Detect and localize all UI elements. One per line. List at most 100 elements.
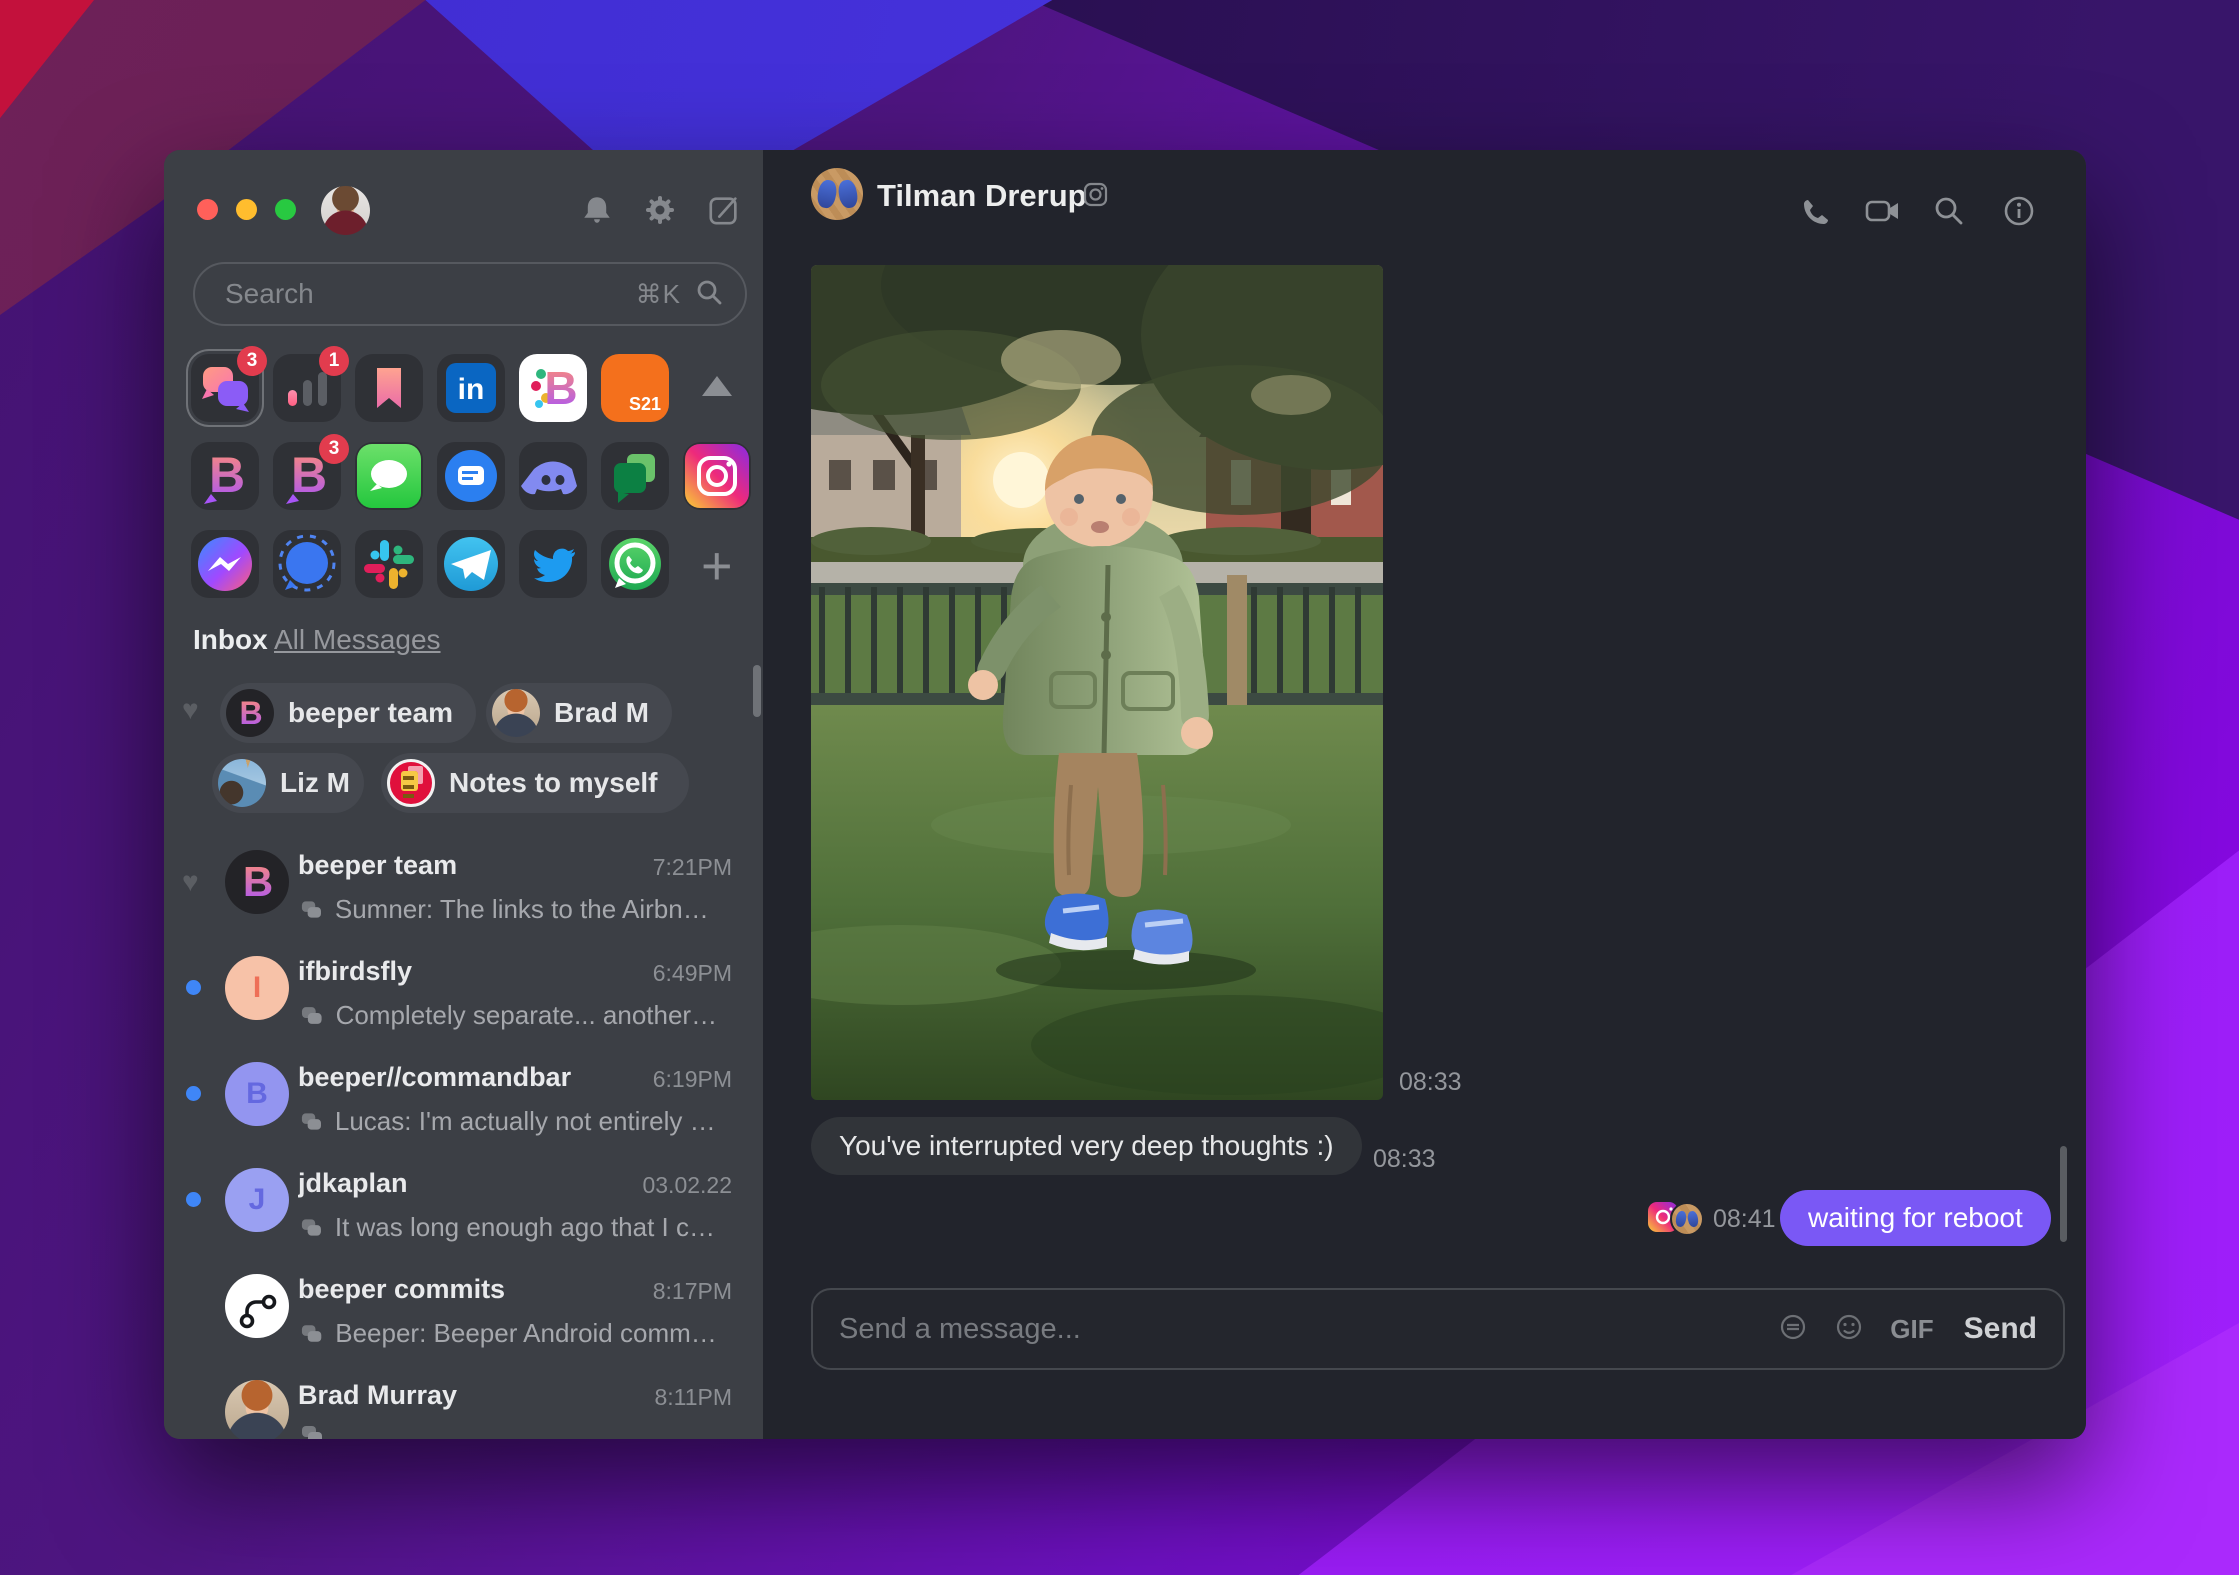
chat-name: jdkaplan — [298, 1168, 408, 1198]
beeper-network-icon — [301, 1006, 322, 1024]
user-avatar[interactable] — [321, 186, 370, 235]
chat-preview: Beeper: Beeper Android commit ... — [335, 1318, 720, 1348]
chat-avatar: J — [225, 1168, 289, 1232]
search-icon — [695, 278, 723, 311]
chat-time: 8:11PM — [654, 1384, 732, 1410]
call-icon[interactable] — [1798, 193, 1834, 234]
favorite-heart-icon: ♥ — [182, 694, 199, 725]
beeper-network-icon — [302, 1426, 322, 1439]
search-input[interactable] — [195, 277, 636, 311]
video-call-icon[interactable] — [1863, 193, 1903, 234]
settings-gear-icon[interactable] — [643, 193, 677, 232]
chat-avatar: I — [225, 956, 289, 1020]
chat-list-item-ifbirdsfly[interactable]: I ifbirdsfly 6:49PM Completely separate.… — [164, 954, 763, 1054]
chat-name: beeper commits — [298, 1274, 506, 1304]
incoming-message-bubble: You've interrupted very deep thoughts :) — [811, 1117, 1362, 1175]
chat-avatar — [225, 1380, 289, 1439]
network-tile-whatsapp[interactable] — [601, 530, 669, 598]
compose-icon[interactable] — [707, 193, 741, 232]
photo-message[interactable] — [811, 265, 1383, 1100]
network-tile-imessage[interactable] — [355, 442, 423, 510]
collapse-grid-icon[interactable] — [702, 376, 732, 396]
network-tile-google-messages[interactable] — [437, 442, 505, 510]
beeper-team-avatar: B — [226, 689, 274, 737]
messages-scrollbar[interactable] — [2060, 1146, 2067, 1242]
chat-avatar — [225, 1274, 289, 1338]
network-tile-signal[interactable] — [273, 530, 341, 598]
favorite-chip-notes[interactable]: Notes to myself — [381, 753, 689, 813]
network-tile-instagram[interactable] — [683, 442, 751, 510]
favorite-chip-beeper-team[interactable]: B beeper team — [220, 683, 476, 743]
unread-badge: 3 — [319, 434, 349, 464]
notes-avatar — [387, 759, 435, 807]
all-messages-link[interactable]: All Messages — [274, 624, 441, 656]
svg-text:B: B — [243, 858, 273, 905]
chat-name: beeper//commandbar — [298, 1062, 572, 1092]
chat-preview: Completely separate... another r... — [335, 1000, 720, 1030]
message-timestamp: 08:33 — [1373, 1145, 1436, 1173]
instagram-network-icon — [1083, 182, 1108, 212]
network-tile-slack[interactable] — [355, 530, 423, 598]
beeper-network-icon — [301, 1218, 321, 1236]
beeper-network-icon — [301, 1112, 321, 1130]
unread-badge: 3 — [237, 346, 267, 376]
inbox-label[interactable]: Inbox — [193, 624, 268, 656]
chat-list-item-commandbar[interactable]: B beeper//commandbar 6:19PM Lucas: I'm a… — [164, 1060, 763, 1160]
sidebar-scrollbar[interactable] — [753, 665, 761, 717]
svg-text:B: B — [239, 695, 262, 731]
chat-preview: It was long enough ago that I cou... — [334, 1212, 720, 1242]
svg-text:B: B — [209, 447, 245, 503]
beeper-network-icon — [301, 1324, 322, 1342]
unread-dot — [186, 980, 201, 995]
network-tile-beeper-alt[interactable]: B 3 — [273, 434, 349, 510]
network-tile-google-chat[interactable] — [601, 442, 669, 510]
minimize-button[interactable] — [236, 199, 257, 220]
unread-dot — [186, 1086, 201, 1101]
conversation-pane: Tilman Drerup 08:33 You've interrupted v… — [763, 150, 2086, 1439]
favorite-chip-brad-m[interactable]: Brad M — [486, 683, 672, 743]
favorite-chip-label: Notes to myself — [449, 767, 658, 798]
network-tile-linkedin[interactable]: in — [437, 354, 505, 422]
network-tile-beeper[interactable]: B — [191, 442, 259, 510]
favorite-chip-label: Liz M — [280, 767, 350, 798]
emoji-icon[interactable] — [1834, 1312, 1864, 1347]
network-tile-analytics[interactable]: 1 — [273, 346, 349, 422]
add-network-icon[interactable]: + — [701, 539, 733, 593]
message-timestamp: 08:41 — [1713, 1205, 1776, 1233]
chat-list-item-beeper-team[interactable]: ♥ B beeper team 7:21PM Sumner: The links… — [164, 848, 763, 948]
network-tile-s21[interactable]: S21 — [601, 354, 669, 422]
chat-list-item-brad-murray[interactable]: Brad Murray 8:11PM — [164, 1378, 763, 1439]
chat-time: 8:17PM — [652, 1278, 732, 1304]
network-tile-telegram[interactable] — [437, 530, 505, 598]
network-tile-twitter[interactable] — [519, 530, 587, 598]
sender-mini-avatar — [1670, 1202, 1704, 1236]
beeper-window: ⌘K 3 1 in B — [164, 150, 2086, 1439]
chat-preview: Lucas: I'm actually not entirely su... — [334, 1106, 720, 1136]
chat-list-item-jdkaplan[interactable]: J jdkaplan 03.02.22 It was long enough a… — [164, 1166, 763, 1266]
liz-avatar — [218, 759, 266, 807]
favorite-chip-liz-m[interactable]: Liz M — [212, 753, 364, 813]
composer: GIF Send — [811, 1288, 2065, 1370]
sidebar: ⌘K 3 1 in B — [164, 150, 763, 1439]
favorite-heart-icon: ♥ — [182, 866, 199, 897]
network-tile-beeper-chats[interactable]: 3 — [191, 346, 267, 422]
attachment-icon[interactable] — [1778, 1312, 1808, 1347]
info-icon[interactable] — [2001, 193, 2037, 234]
chat-list-item-beeper-commits[interactable]: beeper commits 8:17PM Beeper: Beeper And… — [164, 1272, 763, 1372]
gif-button[interactable]: GIF — [1890, 1314, 1933, 1345]
chat-avatar: B — [225, 850, 289, 914]
notifications-bell-icon[interactable] — [580, 193, 614, 232]
network-tile-beeper-desktop[interactable]: B — [519, 354, 587, 422]
search-conversation-icon[interactable] — [1931, 193, 1967, 234]
send-button[interactable]: Send — [1964, 1312, 2037, 1346]
svg-text:in: in — [458, 373, 485, 406]
zoom-button[interactable] — [275, 199, 296, 220]
message-input[interactable] — [813, 1311, 1779, 1347]
conversation-avatar[interactable] — [811, 168, 863, 220]
network-tile-discord[interactable] — [519, 442, 587, 510]
network-tile-messenger[interactable] — [191, 530, 259, 598]
network-tile-bookmarks[interactable] — [355, 354, 423, 422]
close-button[interactable] — [197, 199, 218, 220]
message-timestamp: 08:33 — [1399, 1068, 1462, 1096]
outgoing-message-bubble: waiting for reboot — [1780, 1190, 2051, 1246]
